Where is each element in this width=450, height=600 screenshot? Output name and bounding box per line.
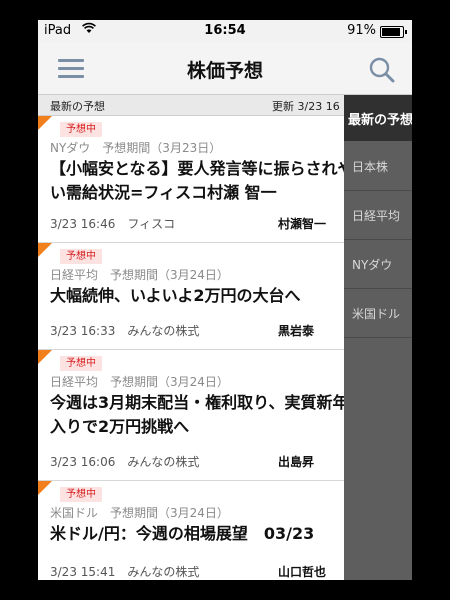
side-item-us-dollar[interactable]: 米国ドル [344, 289, 412, 338]
forecast-card[interactable]: 予想中 日経平均 予想期間（3月24日） 大幅続伸、いよいよ2万円の大台へ 3/… [38, 243, 344, 350]
menu-line [58, 67, 84, 70]
side-item-label: NYダウ [352, 258, 393, 272]
forecast-list: 予想中 NYダウ 予想期間（3月23日） 【小幅安となる】要人発言等に振らされや… [38, 116, 344, 580]
side-item-label: 日本株 [352, 160, 389, 174]
card-title: 米ドル/円：今週の相場展望 03/23 [50, 524, 315, 543]
side-item-label: 日経平均 [352, 209, 401, 223]
card-date-source: 3/23 15:41 みんなの株式 [50, 565, 200, 579]
side-item-ny-dow[interactable]: NYダウ [344, 240, 412, 289]
card-date-source: 3/23 16:46 フィスコ [50, 217, 176, 231]
card-meta: NYダウ 予想期間（3月23日） [50, 141, 222, 155]
side-panel-title[interactable]: 最新の予想 [344, 95, 412, 141]
battery-icon [380, 26, 407, 38]
status-badge: 予想中 [60, 249, 102, 264]
menu-line [58, 59, 84, 62]
card-meta: 日経平均 予想期間（3月24日） [50, 268, 229, 282]
card-title: 今週は3月期末配当・権利取り、実質新年度入りで2万円挑戦へ [50, 393, 344, 436]
card-author: 村瀬智一 [278, 217, 327, 231]
card-corner-marker [38, 481, 52, 495]
menu-line [58, 75, 84, 78]
battery-percent: 91% [347, 23, 376, 38]
card-author: 出島昇 [278, 455, 315, 469]
side-item-nikkei[interactable]: 日経平均 [344, 191, 412, 240]
forecast-card[interactable]: 予想中 日経平均 予想期間（3月24日） 今週は3月期末配当・権利取り、実質新年… [38, 350, 344, 481]
app-screen: iPad 16:54 91% 株価予想 最新の予想 更新 3/23 16 予想中… [38, 20, 412, 580]
menu-icon[interactable] [58, 59, 84, 79]
battery-nub [405, 30, 407, 34]
card-date-source: 3/23 16:06 みんなの株式 [50, 455, 200, 469]
card-corner-marker [38, 243, 52, 257]
status-bar: iPad 16:54 91% [38, 20, 412, 42]
status-badge: 予想中 [60, 356, 102, 371]
category-side-panel: 最新の予想 日本株 日経平均 NYダウ 米国ドル [344, 95, 412, 580]
page-title: 株価予想 [186, 60, 263, 82]
card-title: 【小幅安となる】要人発言等に振らされやすい需給状況=フィスコ村瀬 智一 [50, 159, 344, 202]
nav-bar: 株価予想 [38, 42, 412, 95]
card-date-source: 3/23 16:33 みんなの株式 [50, 324, 200, 338]
side-item-japanese-stocks[interactable]: 日本株 [344, 142, 412, 191]
side-panel-title-label: 最新の予想 [348, 113, 412, 128]
update-time: 更新 3/23 16 [272, 100, 340, 113]
search-icon[interactable] [368, 56, 396, 84]
card-author: 山口哲也 [278, 565, 327, 579]
battery-fill [382, 28, 400, 36]
section-header: 最新の予想 更新 3/23 16 [38, 95, 344, 116]
status-badge: 予想中 [60, 122, 102, 137]
forecast-card[interactable]: 予想中 NYダウ 予想期間（3月23日） 【小幅安となる】要人発言等に振らされや… [38, 116, 344, 243]
side-item-label: 米国ドル [352, 307, 401, 321]
status-badge: 予想中 [60, 487, 102, 502]
card-corner-marker [38, 350, 52, 364]
card-meta: 日経平均 予想期間（3月24日） [50, 375, 229, 389]
section-title: 最新の予想 [50, 100, 105, 113]
card-meta: 米国ドル 予想期間（3月24日） [50, 506, 229, 520]
forecast-card[interactable]: 予想中 米国ドル 予想期間（3月24日） 米ドル/円：今週の相場展望 03/23… [38, 481, 344, 580]
card-author: 黒岩泰 [278, 324, 315, 338]
card-title: 大幅続伸、いよいよ2万円の大台へ [50, 286, 301, 305]
card-corner-marker [38, 116, 52, 130]
